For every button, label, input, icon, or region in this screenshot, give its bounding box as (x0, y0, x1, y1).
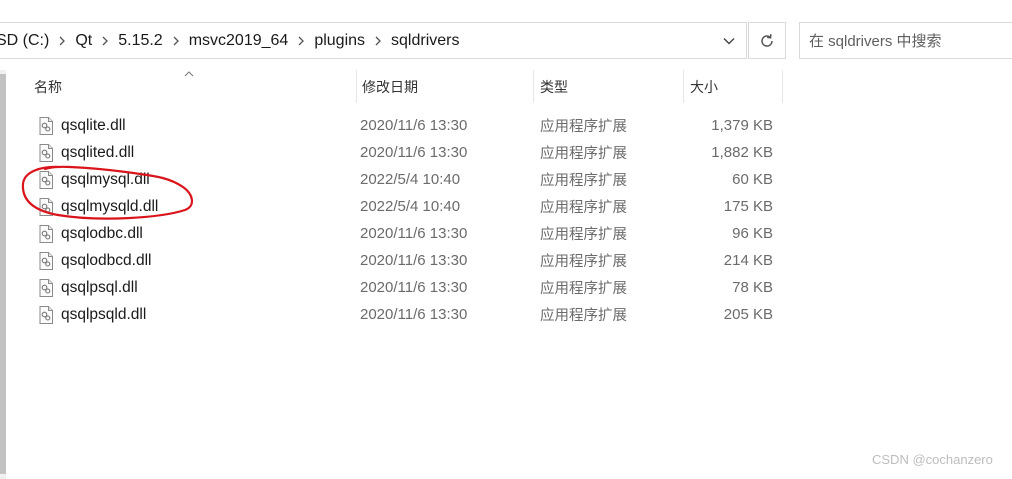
column-size[interactable]: 大小 (683, 70, 783, 103)
file-date: 2020/11/6 13:30 (360, 117, 468, 134)
file-name-cell[interactable]: qsqlpsql.dll (38, 274, 138, 301)
file-date: 2022/5/4 10:40 (360, 171, 461, 188)
file-date: 2020/11/6 13:30 (360, 225, 468, 242)
breadcrumb-compiler[interactable]: msvc2019_64 (183, 32, 295, 50)
file-size: 60 KB (732, 171, 773, 188)
file-name: qsqlmysqld.dll (61, 197, 159, 215)
file-type: 应用程序扩展 (540, 227, 627, 243)
breadcrumb-drive[interactable]: SD (C:) (0, 32, 55, 50)
file-row[interactable]: qsqlmysqld.dll 2022/5/4 10:40 应用程序扩展 175 KB (0, 193, 1012, 220)
chevron-right-icon[interactable] (169, 33, 183, 49)
dll-file-icon (39, 197, 53, 216)
file-type: 应用程序扩展 (540, 281, 627, 297)
breadcrumb-sqldrivers[interactable]: sqldrivers (385, 32, 465, 50)
column-date[interactable]: 修改日期 (356, 70, 532, 103)
file-name: qsqlpsql.dll (61, 278, 138, 296)
dll-file-icon (39, 278, 53, 297)
file-row[interactable]: qsqlpsqld.dll 2020/11/6 13:30 应用程序扩展 205 KB (0, 301, 1012, 328)
file-name: qsqlpsqld.dll (61, 305, 147, 323)
search-placeholder: 在 sqldrivers 中搜索 (809, 33, 942, 50)
dll-file-icon (39, 224, 53, 243)
file-name: qsqlited.dll (61, 143, 135, 161)
breadcrumb-qt[interactable]: Qt (69, 32, 98, 50)
sort-ascending-icon (184, 70, 194, 78)
address-bar[interactable]: SD (C:) Qt 5.15.2 msvc2019_64 plugins sq… (0, 22, 747, 59)
file-date: 2020/11/6 13:30 (360, 252, 468, 269)
file-size: 96 KB (732, 225, 773, 242)
refresh-icon (761, 33, 773, 47)
file-name: qsqlodbc.dll (61, 224, 143, 242)
file-list: qsqlite.dll 2020/11/6 13:30 应用程序扩展 1,379 KB… (0, 112, 1012, 328)
watermark: CSDN @cochanzero (872, 452, 993, 467)
file-name: qsqlite.dll (61, 116, 126, 134)
breadcrumb-version[interactable]: 5.15.2 (112, 32, 168, 50)
file-row[interactable]: qsqlmysql.dll 2022/5/4 10:40 应用程序扩展 60 KB (0, 166, 1012, 193)
chevron-right-icon[interactable] (55, 33, 69, 49)
file-name-cell[interactable]: qsqlite.dll (38, 112, 126, 139)
breadcrumb: SD (C:) Qt 5.15.2 msvc2019_64 plugins sq… (0, 23, 466, 58)
dll-file-icon (39, 170, 53, 189)
address-row: SD (C:) Qt 5.15.2 msvc2019_64 plugins sq… (0, 0, 1012, 68)
file-row[interactable]: qsqlited.dll 2020/11/6 13:30 应用程序扩展 1,882 K… (0, 139, 1012, 166)
file-name-cell[interactable]: qsqlited.dll (38, 139, 134, 166)
dll-file-icon (39, 116, 53, 135)
chevron-down-icon[interactable] (712, 23, 746, 58)
dll-file-icon (39, 251, 53, 270)
file-date: 2020/11/6 13:30 (360, 144, 468, 161)
file-size: 205 KB (723, 306, 773, 323)
file-name-cell[interactable]: qsqlodbc.dll (38, 220, 143, 247)
file-date: 2022/5/4 10:40 (360, 198, 461, 215)
search-input[interactable]: 在 sqldrivers 中搜索 (799, 22, 1012, 59)
file-date: 2020/11/6 13:30 (360, 279, 468, 296)
dll-file-icon (39, 305, 53, 324)
file-type: 应用程序扩展 (540, 200, 627, 216)
chevron-right-icon[interactable] (294, 33, 308, 49)
file-name-cell[interactable]: qsqlodbcd.dll (38, 247, 151, 274)
refresh-button[interactable] (748, 22, 786, 59)
breadcrumb-plugins[interactable]: plugins (308, 32, 371, 50)
file-name-cell[interactable]: qsqlmysqld.dll (38, 193, 158, 220)
column-name[interactable]: 名称 (34, 70, 356, 103)
file-name: qsqlodbcd.dll (61, 251, 152, 269)
file-row[interactable]: qsqlpsql.dll 2020/11/6 13:30 应用程序扩展 78 KB (0, 274, 1012, 301)
file-row[interactable]: qsqlodbc.dll 2020/11/6 13:30 应用程序扩展 96 KB (0, 220, 1012, 247)
file-size: 1,379 KB (711, 117, 773, 134)
file-name: qsqlmysql.dll (61, 170, 150, 188)
file-date: 2020/11/6 13:30 (360, 306, 468, 323)
column-header: 名称 修改日期 类型 大小 (0, 70, 1012, 104)
file-row[interactable]: qsqlodbcd.dll 2020/11/6 13:30 应用程序扩展 214 KB (0, 247, 1012, 274)
file-size: 214 KB (723, 252, 773, 269)
file-name-cell[interactable]: qsqlmysql.dll (38, 166, 150, 193)
file-name-cell[interactable]: qsqlpsqld.dll (38, 301, 146, 328)
file-size: 78 KB (732, 279, 773, 296)
chevron-right-icon[interactable] (98, 33, 112, 49)
file-type: 应用程序扩展 (540, 254, 627, 270)
file-size: 175 KB (723, 198, 773, 215)
file-type: 应用程序扩展 (540, 308, 627, 324)
file-type: 应用程序扩展 (540, 146, 627, 162)
file-type: 应用程序扩展 (540, 173, 627, 189)
file-size: 1,882 KB (711, 144, 773, 161)
column-type[interactable]: 类型 (533, 70, 683, 103)
file-type: 应用程序扩展 (540, 119, 627, 135)
chevron-right-icon[interactable] (371, 33, 385, 49)
dll-file-icon (39, 143, 53, 162)
file-row[interactable]: qsqlite.dll 2020/11/6 13:30 应用程序扩展 1,379 KB (0, 112, 1012, 139)
